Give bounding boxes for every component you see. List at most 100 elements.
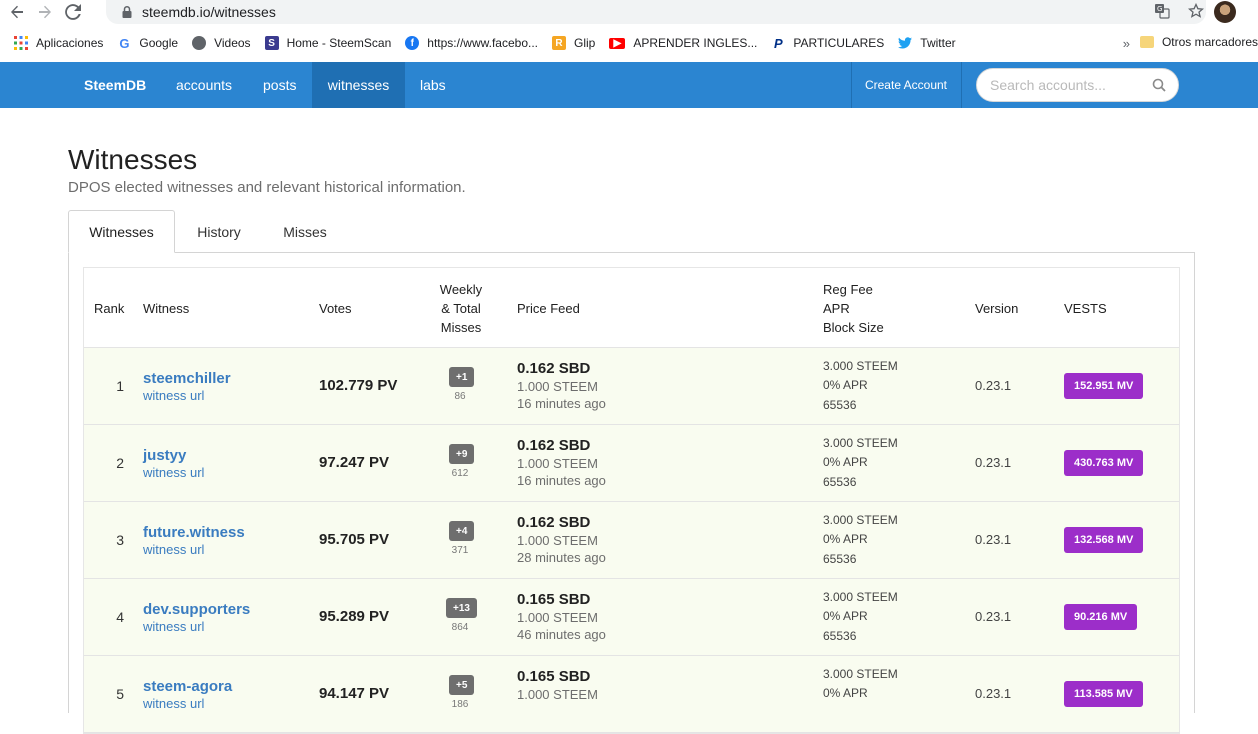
witness-url-link[interactable]: witness url [143,696,204,711]
bookmark-videos[interactable]: Videos [192,36,251,50]
table-row: 3 future.witness witness url 95.705 PV +… [84,502,1179,579]
back-icon[interactable] [6,1,28,23]
col-vests[interactable]: VESTS [1064,268,1107,348]
folder-icon [1139,36,1154,48]
bookmark-paypal[interactable]: P PARTICULARES [771,36,884,51]
forward-icon[interactable] [34,1,56,23]
price-base: 1.000 STEEM [517,379,598,394]
bookmark-youtube[interactable]: ▶ APRENDER INGLES... [609,36,757,50]
price-feed: 0.162 SBD [517,514,591,531]
price-updated: 46 minutes ago [517,627,606,642]
col-witness[interactable]: Witness [143,268,189,348]
table-row: 1 steemchiller witness url 102.779 PV +1… [84,348,1179,425]
votes-cell: 97.247 PV [319,454,390,471]
price-base: 1.000 STEEM [517,456,598,471]
more-bookmarks-icon[interactable]: » [1123,36,1130,51]
weekly-misses-badge: +9 [449,444,475,464]
weekly-misses-badge: +13 [446,598,477,618]
reg-fee: 3.000 STEEM [823,513,898,527]
page-subtitle: DPOS elected witnesses and relevant hist… [68,179,466,196]
profile-avatar[interactable] [1214,1,1236,23]
address-bar[interactable]: steemdb.io/witnesses [106,0,1206,24]
search-input[interactable] [990,77,1150,93]
nav-posts[interactable]: posts [248,62,311,108]
price-base: 1.000 STEEM [517,610,598,625]
price-updated: 16 minutes ago [517,396,606,411]
bookmark-facebook[interactable]: f https://www.facebo... [405,36,538,50]
bookmark-steemscan[interactable]: S Home - SteemScan [264,36,391,50]
block-size: 65536 [823,475,857,489]
total-misses: 371 [451,545,469,556]
weekly-misses-badge: +4 [449,521,475,541]
reload-icon[interactable] [62,1,84,23]
col-misses[interactable]: Weekly & Total Misses [429,268,493,348]
reg-fee: 3.000 STEEM [823,667,898,681]
witness-name-link[interactable]: steemchiller [143,370,231,387]
star-icon[interactable] [1187,2,1205,24]
witness-name-link[interactable]: steem-agora [143,678,232,695]
col-version[interactable]: Version [975,268,1018,348]
col-reg-fee[interactable]: Reg Fee APR Block Size [823,268,884,348]
price-updated: 16 minutes ago [517,473,606,488]
rank-cell: 5 [116,686,124,702]
price-feed: 0.165 SBD [517,668,591,685]
brand-logo[interactable]: SteemDB [69,62,161,108]
table-row: 2 justyy witness url 97.247 PV +9 612 0.… [84,425,1179,502]
witness-url-link[interactable]: witness url [143,465,204,480]
apr: 0% APR [823,686,868,700]
col-rank[interactable]: Rank [94,268,124,348]
vests-badge: 132.568 MV [1064,527,1144,553]
bookmark-apps[interactable]: Aplicaciones [14,36,103,50]
rank-cell: 1 [116,378,124,394]
tab-history[interactable]: History [175,210,263,253]
weekly-misses-badge: +5 [449,675,475,695]
block-size: 65536 [823,552,857,566]
vests-badge: 430.763 MV [1064,450,1144,476]
search-icon[interactable] [1152,78,1166,92]
browser-toolbar: steemdb.io/witnesses G [0,0,1258,24]
reg-fee: 3.000 STEEM [823,590,898,604]
witness-name-link[interactable]: future.witness [143,524,245,541]
price-feed: 0.162 SBD [517,437,591,454]
search-box [976,68,1179,102]
lock-icon [122,5,132,18]
glip-icon: R [552,36,566,50]
col-price-feed[interactable]: Price Feed [517,268,580,348]
witness-name-link[interactable]: dev.supporters [143,601,250,618]
witness-url-link[interactable]: witness url [143,619,204,634]
total-misses: 86 [454,391,466,402]
version-cell: 0.23.1 [975,455,1012,470]
reg-fee: 3.000 STEEM [823,359,898,373]
witness-url-link[interactable]: witness url [143,388,204,403]
nav-witnesses[interactable]: witnesses [312,62,405,108]
total-misses: 612 [451,468,469,479]
bookmark-twitter[interactable]: Twitter [898,36,956,50]
vests-badge: 152.951 MV [1064,373,1144,399]
translate-icon[interactable]: G [1154,3,1170,24]
weekly-misses-badge: +1 [449,367,475,387]
witness-url-link[interactable]: witness url [143,542,204,557]
facebook-icon: f [405,36,420,50]
bookmark-google[interactable]: G Google [117,35,178,51]
witness-name-link[interactable]: justyy [143,447,186,464]
table-header: Rank Witness Votes Weekly & Total Misses… [84,268,1179,348]
col-votes[interactable]: Votes [319,268,352,348]
svg-text:G: G [1157,5,1162,13]
globe-icon [192,36,207,50]
price-base: 1.000 STEEM [517,533,598,548]
other-bookmarks[interactable]: Otros marcadores [1139,35,1258,49]
nav-labs[interactable]: labs [405,62,461,108]
apr: 0% APR [823,378,868,392]
vests-badge: 113.585 MV [1064,681,1143,707]
youtube-icon: ▶ [609,37,626,49]
tab-witnesses[interactable]: Witnesses [68,210,175,253]
create-account-link[interactable]: Create Account [851,62,961,108]
nav-divider [961,62,962,108]
google-icon: G [119,35,130,51]
twitter-icon [898,36,913,50]
apr: 0% APR [823,609,868,623]
nav-accounts[interactable]: accounts [161,62,247,108]
bookmark-glip[interactable]: R Glip [552,36,595,50]
apr: 0% APR [823,455,868,469]
tab-misses[interactable]: Misses [263,210,347,253]
